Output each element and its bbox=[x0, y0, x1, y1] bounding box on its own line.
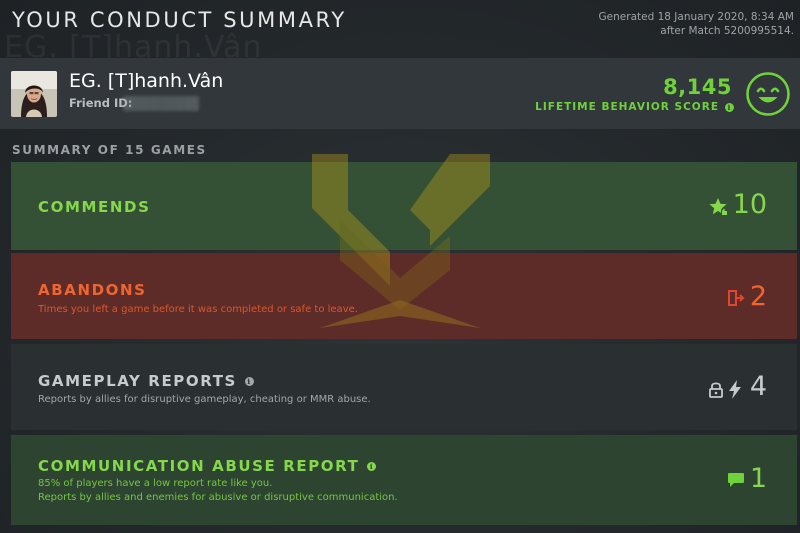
behavior-score-label: LIFETIME BEHAVIOR SCORE bbox=[535, 101, 719, 113]
behavior-score-value: 8,145 bbox=[663, 75, 732, 99]
summary-header: SUMMARY OF 15 GAMES bbox=[12, 143, 207, 157]
communication-abuse-card: COMMUNICATION ABUSE REPORT i 85% of play… bbox=[11, 435, 797, 525]
chat-bubble-icon bbox=[728, 473, 744, 487]
gameplay-reports-card: GAMEPLAY REPORTS i Reports by allies for… bbox=[11, 344, 797, 430]
lightning-icon bbox=[729, 380, 741, 399]
communication-abuse-title: COMMUNICATION ABUSE REPORT i bbox=[38, 457, 377, 475]
abandons-card: ABANDONS Times you left a game before it… bbox=[11, 253, 797, 339]
player-name: EG. [T]hanh.Vân bbox=[69, 70, 224, 92]
generated-date: Generated 18 January 2020, 8:34 AM bbox=[598, 11, 794, 23]
avatar[interactable] bbox=[11, 71, 57, 117]
communication-abuse-description: 85% of players have a low report rate li… bbox=[38, 477, 398, 505]
abandons-count: 2 bbox=[749, 281, 767, 312]
profile-bar: EG. [T]hanh.Vân Friend ID: 8,145 LIFETIM… bbox=[0, 58, 800, 129]
communication-abuse-count: 1 bbox=[749, 463, 767, 494]
behavior-score-label-row: LIFETIME BEHAVIOR SCORE i bbox=[535, 101, 734, 113]
star-thumbs-up-icon bbox=[709, 198, 728, 216]
generated-info: Generated 18 January 2020, 8:34 AM after… bbox=[534, 10, 794, 38]
gameplay-reports-count: 4 bbox=[749, 371, 767, 402]
gameplay-reports-description: Reports by allies for disruptive gamepla… bbox=[38, 394, 371, 405]
info-icon[interactable]: i bbox=[244, 376, 254, 386]
lock-icon bbox=[709, 382, 723, 398]
communication-abuse-stat: 85% of players have a low report rate li… bbox=[38, 478, 273, 489]
info-icon[interactable]: i bbox=[725, 102, 734, 112]
abandons-title: ABANDONS bbox=[38, 281, 147, 299]
page-title: YOUR CONDUCT SUMMARY bbox=[12, 8, 347, 32]
generated-match: after Match 5200995514. bbox=[660, 25, 794, 37]
smiley-face-icon bbox=[746, 72, 790, 116]
commends-card: COMMENDS 10 bbox=[11, 162, 797, 250]
exit-door-icon bbox=[728, 290, 745, 306]
commends-count: 10 bbox=[732, 189, 767, 220]
abandons-description: Times you left a game before it was comp… bbox=[38, 304, 358, 315]
commends-title: COMMENDS bbox=[38, 198, 151, 216]
friend-id-redacted bbox=[123, 96, 199, 111]
info-icon[interactable]: i bbox=[367, 461, 377, 471]
gameplay-reports-title: GAMEPLAY REPORTS i bbox=[38, 372, 254, 390]
communication-abuse-explanation: Reports by allies and enemies for abusiv… bbox=[38, 492, 398, 503]
